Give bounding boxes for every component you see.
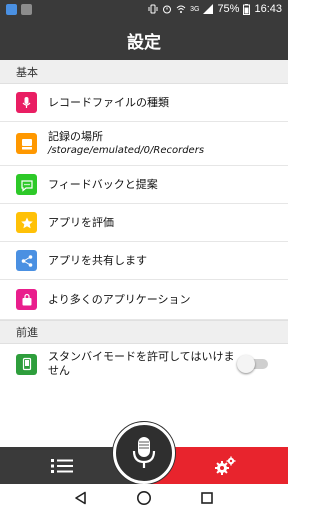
setting-more-apps[interactable]: より多くのアプリケーション [0, 280, 288, 320]
setting-text-block: 記録の場所 /storage/emulated/0/Recorders [48, 130, 278, 158]
status-indicators: 3G 75% 16:43 [148, 3, 282, 15]
gallery-app-icon [21, 4, 32, 15]
setting-recorder-file-type[interactable]: レコードファイルの種類 [0, 84, 288, 122]
network-type: 3G [190, 5, 200, 13]
phone-screen-icon [16, 353, 37, 375]
setting-share-app[interactable]: アプリを共有します [0, 242, 288, 280]
list-icon [51, 458, 73, 473]
battery-icon [243, 3, 251, 15]
record-button[interactable] [113, 422, 175, 484]
signal-icon [203, 4, 214, 14]
wifi-icon [176, 5, 186, 13]
section-title: 基本 [16, 65, 38, 79]
setting-label: アプリを共有します [48, 253, 147, 267]
section-header-advanced: 前進 [0, 320, 288, 344]
star-icon [16, 212, 37, 233]
back-icon[interactable] [74, 491, 88, 505]
setting-label: スタンバイモードを許可してはいけません [48, 350, 235, 377]
share-icon [16, 250, 37, 271]
setting-standby-mode[interactable]: スタンバイモードを許可してはいけません [0, 344, 288, 384]
notification-icons [6, 4, 32, 15]
system-nav-bar [0, 484, 288, 512]
app-bar: 設定 [0, 20, 288, 60]
storage-drive-icon [16, 133, 37, 154]
page-title: 設定 [127, 32, 161, 53]
toggle-knob [237, 355, 255, 373]
gear-icon [215, 456, 236, 475]
setting-rate-app[interactable]: アプリを評価 [0, 204, 288, 242]
notification-app-icon [6, 4, 17, 15]
recents-icon[interactable] [200, 491, 214, 505]
setting-sublabel: /storage/emulated/0/Recorders [48, 144, 205, 156]
setting-feedback[interactable]: フィードバックと提案 [0, 166, 288, 204]
setting-label: アプリを評価 [48, 215, 114, 229]
setting-label: フィードバックと提案 [48, 177, 158, 191]
setting-label: レコードファイルの種類 [48, 95, 169, 109]
status-bar: 3G 75% 16:43 [0, 0, 288, 20]
setting-record-location[interactable]: 記録の場所 /storage/emulated/0/Recorders [0, 122, 288, 166]
shopping-bag-icon [16, 289, 37, 310]
section-title: 前進 [16, 326, 38, 339]
setting-label: より多くのアプリケーション [48, 292, 191, 306]
standby-toggle[interactable] [237, 355, 268, 373]
microphone-icon [132, 437, 156, 468]
clock: 16:43 [254, 3, 282, 15]
setting-label: 記録の場所 [48, 129, 103, 143]
battery-percent: 75% [217, 3, 240, 15]
section-header-basic: 基本 [0, 60, 288, 84]
vibrate-icon [148, 4, 158, 14]
recorder-file-icon [16, 92, 37, 113]
home-icon[interactable] [136, 490, 152, 506]
chat-bubble-icon [16, 174, 37, 195]
settings-list: 基本 レコードファイルの種類 記録の場所 /storage/emulated/0… [0, 60, 288, 447]
alarm-icon [163, 5, 172, 14]
